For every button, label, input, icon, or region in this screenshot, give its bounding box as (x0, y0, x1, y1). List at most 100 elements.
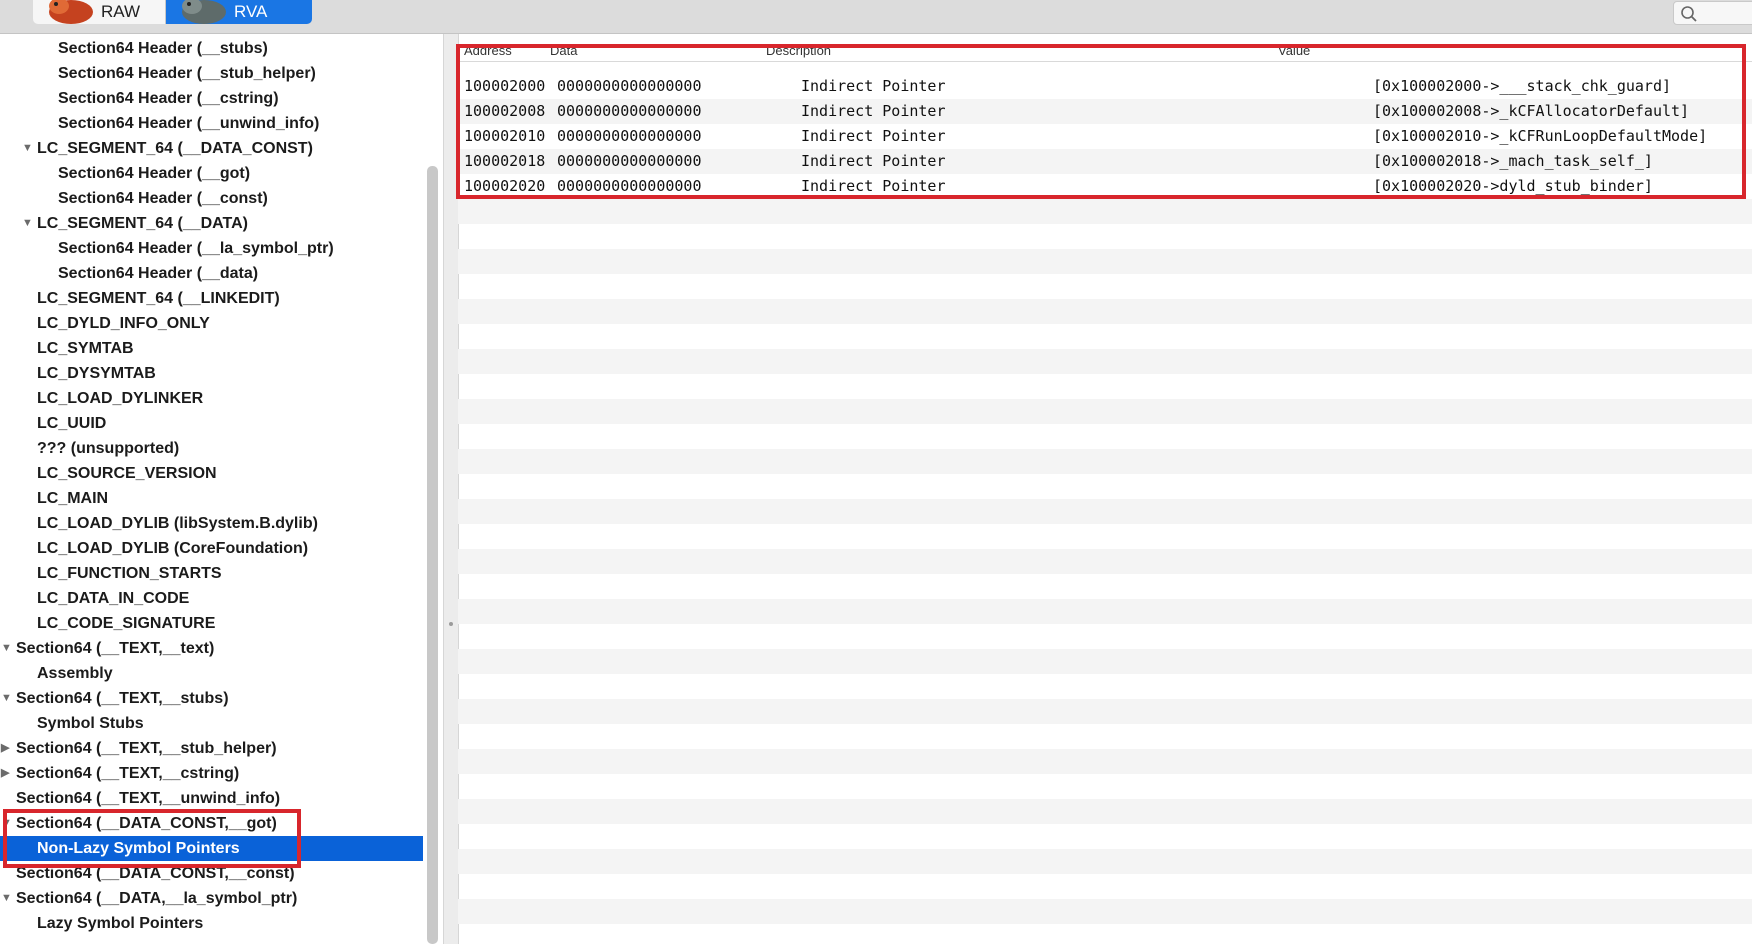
empty-table-row (458, 899, 1752, 924)
empty-table-row (458, 849, 1752, 874)
table-rows-highlight-box (456, 44, 1746, 199)
empty-table-row (458, 249, 1752, 274)
tree-item[interactable]: ▼ Section64 (__TEXT,__text) (0, 636, 423, 661)
tree-item-label: Section64 Header (__data) (58, 265, 259, 282)
tree-item-label: LC_DATA_IN_CODE (37, 590, 190, 607)
tree-item-label: LC_SYMTAB (37, 340, 134, 357)
tree-item-label: Section64 (__TEXT,__text) (16, 640, 215, 657)
search-field[interactable] (1673, 1, 1752, 25)
tree-item-label: Section64 Header (__stubs) (58, 40, 268, 57)
tree-item[interactable]: ▶ Section64 (__TEXT,__cstring) (0, 761, 423, 786)
tree-item[interactable]: ▼ Section64 (__DATA,__la_symbol_ptr) (0, 886, 423, 911)
tree-item[interactable]: Section64 (__TEXT,__unwind_info) (0, 786, 423, 811)
tree-item-label: LC_DYSYMTAB (37, 365, 156, 382)
load-command-tree: Section64 Header (__stubs) Section64 Head… (0, 34, 423, 944)
tree-item-label: ??? (unsupported) (37, 440, 180, 457)
tree-item[interactable]: LC_UUID (0, 411, 423, 436)
tree-item-label: LC_CODE_SIGNATURE (37, 615, 216, 632)
empty-table-row (458, 424, 1752, 449)
tree-item-label: LC_SEGMENT_64 (__DATA) (37, 215, 248, 232)
disclosure-expanded-icon[interactable]: ▼ (1, 636, 13, 661)
view-mode-segmented-control: RAW RVA (33, 0, 312, 24)
empty-table-row (458, 224, 1752, 249)
empty-table-row (458, 399, 1752, 424)
disclosure-expanded-icon[interactable]: ▼ (1, 886, 13, 911)
raw-mode-label: RAW (101, 2, 141, 21)
tree-item[interactable]: LC_DYLD_INFO_ONLY (0, 311, 423, 336)
tree-item[interactable]: Section64 Header (__unwind_info) (0, 111, 423, 136)
tree-item-label: Section64 (__TEXT,__stub_helper) (16, 740, 277, 757)
tree-item[interactable]: LC_MAIN (0, 486, 423, 511)
empty-table-row (458, 774, 1752, 799)
empty-table-row (458, 799, 1752, 824)
tree-item[interactable]: Section64 Header (__cstring) (0, 86, 423, 111)
tree-item[interactable]: ▼ Section64 (__TEXT,__stubs) (0, 686, 423, 711)
tree-item[interactable]: ▼ LC_SEGMENT_64 (__DATA_CONST) (0, 136, 423, 161)
tree-item[interactable]: Assembly (0, 661, 423, 686)
tree-item-label: Section64 Header (__cstring) (58, 90, 279, 107)
tree-item[interactable]: Section64 Header (__const) (0, 186, 423, 211)
sidebar-scrollbar[interactable] (427, 166, 438, 944)
tree-item[interactable]: LC_DATA_IN_CODE (0, 586, 423, 611)
tree-item[interactable]: LC_SOURCE_VERSION (0, 461, 423, 486)
empty-table-row (458, 674, 1752, 699)
tree-item[interactable]: LC_LOAD_DYLINKER (0, 386, 423, 411)
tree-item[interactable]: Lazy Symbol Pointers (0, 911, 423, 936)
empty-table-row (458, 474, 1752, 499)
tree-item[interactable]: Symbol Stubs (0, 711, 423, 736)
empty-table-row (458, 299, 1752, 324)
tree-item-label: Section64 Header (__got) (58, 165, 251, 182)
disclosure-collapsed-icon[interactable]: ▶ (1, 736, 13, 761)
empty-table-row (458, 374, 1752, 399)
tree-item-label: LC_SEGMENT_64 (__LINKEDIT) (37, 290, 280, 307)
raw-mascot-icon (49, 0, 93, 24)
tree-item-label: Section64 (__TEXT,__stubs) (16, 690, 229, 707)
tree-item-label: Section64 (__TEXT,__unwind_info) (16, 790, 281, 807)
tree-item-label: Section64 Header (__const) (58, 190, 268, 207)
tree-item-label: LC_LOAD_DYLIB (libSystem.B.dylib) (37, 515, 318, 532)
tree-item[interactable]: ??? (unsupported) (0, 436, 423, 461)
tree-item-label: Symbol Stubs (37, 715, 144, 732)
empty-table-row (458, 199, 1752, 224)
disclosure-expanded-icon[interactable]: ▼ (1, 686, 13, 711)
tree-item-label: LC_UUID (37, 415, 107, 432)
tree-item[interactable]: LC_SYMTAB (0, 336, 423, 361)
tree-item[interactable]: LC_FUNCTION_STARTS (0, 561, 423, 586)
disclosure-collapsed-icon[interactable]: ▶ (1, 761, 13, 786)
empty-table-row (458, 624, 1752, 649)
tree-item-label: LC_SOURCE_VERSION (37, 465, 217, 482)
search-icon (1681, 6, 1697, 22)
tree-item[interactable]: Section64 Header (__stub_helper) (0, 61, 423, 86)
tree-item[interactable]: ▼ LC_SEGMENT_64 (__DATA) (0, 211, 423, 236)
tree-item[interactable]: Section64 Header (__got) (0, 161, 423, 186)
tree-item-label: Section64 (__TEXT,__cstring) (16, 765, 240, 782)
tree-item[interactable]: LC_LOAD_DYLIB (libSystem.B.dylib) (0, 511, 423, 536)
empty-table-row (458, 824, 1752, 849)
tree-item[interactable]: Section64 Header (__stubs) (0, 36, 423, 61)
empty-table-row (458, 549, 1752, 574)
tree-item[interactable]: LC_LOAD_DYLIB (CoreFoundation) (0, 536, 423, 561)
empty-table-row (458, 349, 1752, 374)
empty-table-row (458, 599, 1752, 624)
tree-item[interactable]: LC_CODE_SIGNATURE (0, 611, 423, 636)
rva-mode-button[interactable]: RVA (166, 0, 312, 24)
rva-mascot-icon (182, 0, 226, 24)
tree-item[interactable]: LC_DYSYMTAB (0, 361, 423, 386)
toolbar: RAW RVA (0, 0, 1752, 34)
tree-item[interactable]: Section64 Header (__data) (0, 261, 423, 286)
rva-mode-label: RVA (234, 2, 268, 21)
empty-table-row (458, 574, 1752, 599)
tree-item-label: Lazy Symbol Pointers (37, 915, 204, 932)
tree-item[interactable]: Section64 Header (__la_symbol_ptr) (0, 236, 423, 261)
tree-item-label: Section64 Header (__la_symbol_ptr) (58, 240, 334, 257)
tree-item-label: LC_LOAD_DYLINKER (37, 390, 204, 407)
tree-item[interactable]: ▶ Section64 (__TEXT,__stub_helper) (0, 736, 423, 761)
raw-mode-button[interactable]: RAW (33, 0, 166, 24)
disclosure-expanded-icon[interactable]: ▼ (22, 136, 34, 161)
empty-table-row (458, 524, 1752, 549)
tree-item-label: Section64 Header (__unwind_info) (58, 115, 320, 132)
empty-table-row (458, 724, 1752, 749)
tree-item[interactable]: LC_SEGMENT_64 (__LINKEDIT) (0, 286, 423, 311)
tree-item-label: LC_DYLD_INFO_ONLY (37, 315, 210, 332)
disclosure-expanded-icon[interactable]: ▼ (22, 211, 34, 236)
